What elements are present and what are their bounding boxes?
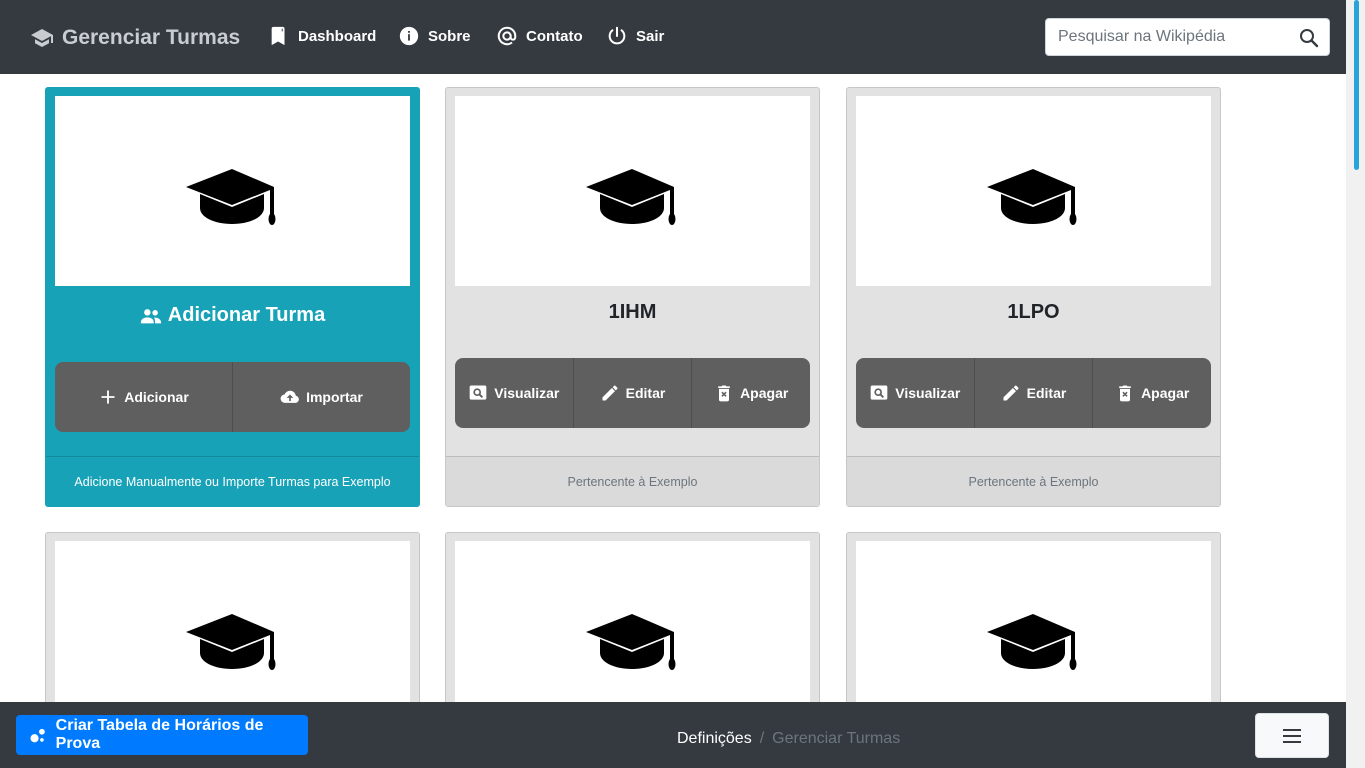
plus-icon <box>101 390 115 404</box>
edit-button[interactable]: Editar <box>975 358 1094 428</box>
at-sign-icon <box>497 26 517 46</box>
view-button[interactable]: Visualizar <box>856 358 975 428</box>
search-icon <box>469 385 487 400</box>
top-navbar: Gerenciar Turmas Dashboard Sobre Contato… <box>0 0 1346 74</box>
brand[interactable]: Gerenciar Turmas <box>30 24 240 52</box>
graduation-cap-icon <box>586 614 676 670</box>
search-icon <box>870 385 888 400</box>
card-footer: Pertencente à Exemplo <box>847 456 1220 506</box>
create-exam-schedule-button[interactable]: Criar Tabela de Horários de Prova <box>16 715 308 755</box>
scrollbar-thumb[interactable] <box>1354 0 1359 170</box>
graduation-cap-icon <box>186 169 276 225</box>
card-button-group: Visualizar Editar Apagar <box>856 358 1211 428</box>
card-footer: Pertencente à Exemplo <box>446 456 819 506</box>
delete-button[interactable]: Apagar <box>1093 358 1211 428</box>
breadcrumb-separator: / <box>759 730 765 747</box>
card-image <box>55 96 410 286</box>
bookmark-icon <box>271 26 285 46</box>
trash-icon <box>1119 385 1131 402</box>
button-label: Editar <box>1026 385 1067 401</box>
card-footer: Adicione Manualmente ou Importe Turmas p… <box>46 456 419 506</box>
card-class-1lpo: 1LPO Visualizar Editar Apagar Pertencent… <box>846 87 1221 507</box>
pencil-icon <box>602 385 618 401</box>
trash-icon <box>718 385 730 402</box>
button-label: Importar <box>306 389 363 405</box>
graduation-cap-icon <box>987 169 1077 225</box>
bubbles-icon <box>30 728 45 743</box>
button-label: Visualizar <box>895 385 961 401</box>
card-title: Adicionar Turma <box>46 304 419 327</box>
delete-button[interactable]: Apagar <box>692 358 810 428</box>
graduation-cap-icon <box>31 29 53 47</box>
breadcrumb: Definições / Gerenciar Turmas <box>677 730 900 748</box>
power-icon <box>608 26 626 45</box>
brand-label: Gerenciar Turmas <box>62 26 241 49</box>
hamburger-menu-icon <box>1283 728 1301 743</box>
button-label: Adicionar <box>124 389 189 405</box>
card-add-class: Adicionar Turma Adicionar Importar Adici… <box>45 87 420 507</box>
nav-label: Dashboard <box>298 27 377 45</box>
button-label: Editar <box>625 385 666 401</box>
cloud-upload-icon <box>280 390 299 403</box>
edit-button[interactable]: Editar <box>574 358 693 428</box>
people-icon <box>140 308 161 323</box>
nav-label: Contato <box>526 27 583 45</box>
search-input[interactable] <box>1046 19 1291 55</box>
card-title-label: Adicionar Turma <box>167 304 326 326</box>
breadcrumb-item-current: Gerenciar Turmas <box>772 730 901 747</box>
card-button-group: Adicionar Importar <box>55 362 410 432</box>
nav-item-dashboard[interactable]: Dashboard <box>268 22 376 50</box>
nav-label: Sair <box>636 27 665 45</box>
button-label: Visualizar <box>494 385 560 401</box>
nav-item-sobre[interactable]: Sobre <box>398 22 471 50</box>
info-icon <box>399 26 419 46</box>
card-image <box>856 96 1211 286</box>
breadcrumb-item-definicoes[interactable]: Definições <box>677 730 752 748</box>
button-label: Apagar <box>1141 385 1190 401</box>
card-image <box>455 96 810 286</box>
bottom-bar: Criar Tabela de Horários de Prova Defini… <box>0 702 1346 768</box>
nav-label: Sobre <box>428 27 471 45</box>
search-box <box>1045 18 1330 56</box>
button-label: Apagar <box>740 385 789 401</box>
card-button-group: Visualizar Editar Apagar <box>455 358 810 428</box>
add-button[interactable]: Adicionar <box>55 362 233 432</box>
card-title: 1IHM <box>608 301 657 323</box>
card-title: 1LPO <box>1007 301 1060 323</box>
search-icon[interactable] <box>1297 26 1321 50</box>
graduation-cap-icon <box>186 614 276 670</box>
vertical-scrollbar[interactable] <box>1346 0 1365 768</box>
view-button[interactable]: Visualizar <box>455 358 574 428</box>
nav-item-sair[interactable]: Sair <box>606 22 664 50</box>
card-class-1ihm: 1IHM Visualizar Editar Apagar Pertencent… <box>445 87 820 507</box>
cta-label: Criar Tabela de Horários de Prova <box>55 717 264 752</box>
import-button[interactable]: Importar <box>233 362 410 432</box>
pencil-icon <box>1003 385 1019 401</box>
nav-item-contato[interactable]: Contato <box>496 22 583 50</box>
menu-toggle-button[interactable] <box>1255 713 1329 758</box>
graduation-cap-icon <box>586 169 676 225</box>
graduation-cap-icon <box>987 614 1077 670</box>
